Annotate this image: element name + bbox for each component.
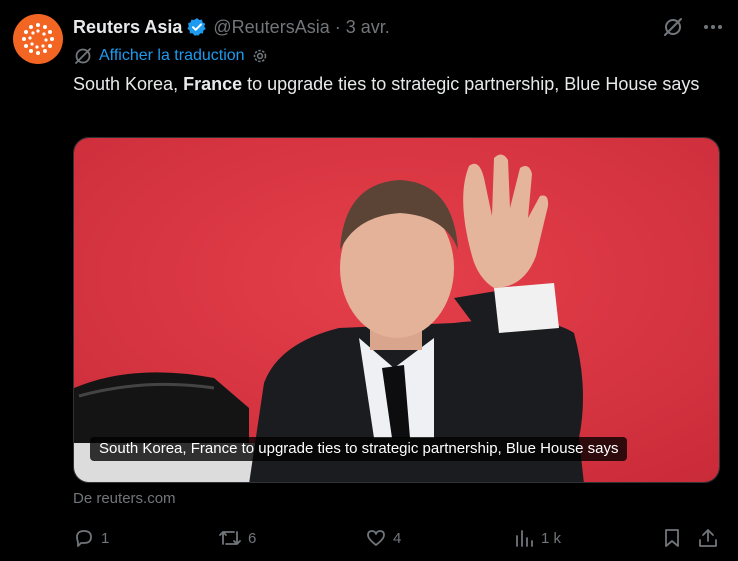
share-icon (697, 527, 719, 549)
grok-icon[interactable] (662, 16, 684, 38)
date-separator: · (334, 16, 341, 37)
card-photo (74, 138, 719, 482)
views-count: 1 k (541, 529, 562, 547)
tweet-text-bold: France (183, 74, 243, 94)
like-icon (365, 527, 387, 549)
bookmark-icon (661, 527, 683, 549)
tweet-text: South Korea, France to upgrade ties to s… (73, 72, 713, 97)
views-button[interactable]: 1 k (513, 525, 561, 551)
views-icon (513, 527, 535, 549)
share-button[interactable] (697, 525, 719, 551)
tweet-text-start: South Korea, (73, 74, 184, 94)
verified-badge-icon[interactable] (187, 17, 207, 37)
like-count: 4 (393, 529, 402, 547)
settings-icon[interactable] (251, 47, 269, 65)
card-caption: South Korea, France to upgrade ties to s… (90, 437, 628, 461)
action-bar: 1 6 4 1 k (73, 525, 723, 551)
tweet-date[interactable]: 3 avr. (346, 17, 390, 38)
author-name[interactable]: Reuters Asia (73, 17, 182, 38)
repost-button[interactable]: 6 (218, 525, 256, 551)
author-handle[interactable]: @ReutersAsia (213, 17, 329, 38)
repost-count: 6 (248, 529, 257, 547)
translate-row: Afficher la traduction (73, 45, 269, 67)
tweet-text-end: to upgrade ties to strategic partnership… (242, 74, 700, 94)
translate-icon (73, 46, 93, 66)
more-icon[interactable] (702, 16, 724, 38)
bookmark-button[interactable] (661, 525, 683, 551)
link-card[interactable]: South Korea, France to upgrade ties to s… (73, 137, 720, 483)
author-avatar[interactable] (13, 14, 63, 64)
like-button[interactable]: 4 (365, 525, 401, 551)
reply-button[interactable]: 1 (73, 525, 109, 551)
tweet-header: Reuters Asia @ReutersAsia · 3 avr. (73, 14, 724, 40)
reuters-logo-icon (20, 21, 56, 57)
reply-count: 1 (101, 529, 110, 547)
reply-icon (73, 527, 95, 549)
repost-icon (218, 527, 242, 549)
translate-link[interactable]: Afficher la traduction (99, 47, 245, 65)
card-source[interactable]: De reuters.com (73, 490, 176, 507)
